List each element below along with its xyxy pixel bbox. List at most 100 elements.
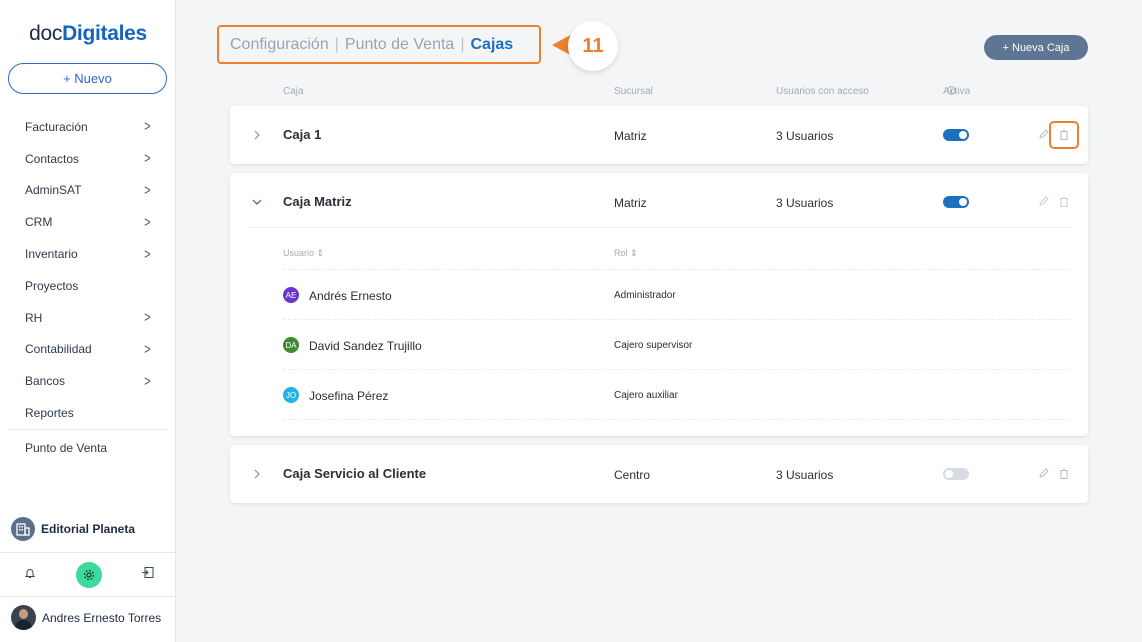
sidebar-item-label: Inventario: [25, 247, 78, 262]
sort-header-usuario[interactable]: Usuario ⇕: [283, 248, 324, 259]
organization-selector[interactable]: Editorial Planeta: [11, 517, 135, 541]
sidebar-item-reportes[interactable]: Reportes: [0, 397, 176, 429]
sidebar: docDigitales + Nuevo Facturación > Contac…: [0, 0, 176, 642]
pencil-icon[interactable]: [1036, 127, 1050, 141]
sort-header-rol[interactable]: Rol ⇕: [614, 248, 638, 259]
new-caja-button[interactable]: + Nueva Caja: [984, 35, 1088, 60]
sidebar-item-label: Facturación: [25, 119, 88, 134]
caja-card: Caja Servicio al Cliente Centro 3 Usuari…: [230, 445, 1088, 503]
sidebar-item-proyectos[interactable]: Proyectos: [0, 270, 176, 302]
list-item[interactable]: AE Andrés Ernesto Administrador: [283, 287, 1043, 307]
avatar: JO: [283, 387, 299, 403]
table-row[interactable]: Caja 1 Matriz 3 Usuarios: [230, 106, 1088, 164]
caja-card-expanded: Caja Matriz Matriz 3 Usuarios Usuario ⇕ …: [230, 173, 1088, 436]
caja-branch: Matriz: [614, 196, 647, 210]
sidebar-item-label: AdminSAT: [25, 183, 82, 198]
sidebar-item-label: Contactos: [25, 151, 80, 166]
active-toggle[interactable]: [943, 196, 969, 208]
chevron-right-icon: >: [144, 150, 151, 168]
breadcrumb-separator: |: [334, 35, 339, 53]
caja-name: Caja 1: [283, 127, 322, 142]
member-role: Administrador: [614, 290, 676, 301]
divider: [283, 369, 1070, 370]
divider: [283, 419, 1070, 420]
logo-text-digitales: Digitales: [62, 22, 147, 45]
caja-card: Caja 1 Matriz 3 Usuarios: [230, 106, 1088, 164]
breadcrumb-item-cajas: Cajas: [470, 35, 514, 53]
sidebar-item-contactos[interactable]: Contactos >: [0, 143, 176, 175]
chevron-right-icon: >: [144, 118, 151, 136]
table-header: Caja Sucursal Usuarios con acceso Activa: [230, 86, 1088, 100]
logout-icon[interactable]: [141, 566, 154, 584]
column-header-caja: Caja: [283, 86, 304, 97]
sidebar-item-contabilidad[interactable]: Contabilidad >: [0, 334, 176, 366]
sidebar-item-label: CRM: [25, 215, 53, 230]
divider: [250, 227, 1070, 228]
list-item[interactable]: JO Josefina Pérez Cajero auxiliar: [283, 387, 1043, 407]
divider: [283, 269, 1070, 270]
avatar: DA: [283, 337, 299, 353]
column-header-activa: Activa: [943, 86, 970, 97]
sidebar-item-label: Punto de Venta: [25, 440, 108, 455]
breadcrumb: Configuración | Punto de Venta | Cajas: [217, 25, 541, 64]
chevron-right-icon[interactable]: [248, 126, 266, 144]
avatar: AE: [283, 287, 299, 303]
caja-name: Caja Matriz: [283, 194, 352, 209]
app-logo[interactable]: docDigitales: [0, 22, 176, 46]
caja-users: 3 Usuarios: [776, 129, 834, 143]
sidebar-item-rh[interactable]: RH >: [0, 302, 176, 334]
breadcrumb-item-configuracion[interactable]: Configuración: [230, 36, 329, 54]
active-toggle[interactable]: [943, 129, 969, 141]
column-header-usuarios: Usuarios con acceso: [776, 86, 869, 97]
avatar: [11, 605, 36, 630]
new-button[interactable]: + Nuevo: [8, 63, 167, 94]
caja-branch: Centro: [614, 468, 651, 482]
sidebar-nav: Facturación > Contactos > AdminSAT > CRM > I…: [0, 111, 176, 466]
trash-icon[interactable]: [1057, 466, 1071, 480]
caja-users: 3 Usuarios: [776, 196, 834, 210]
sidebar-item-facturacion[interactable]: Facturación >: [0, 111, 176, 143]
building-icon: [11, 517, 35, 541]
sidebar-item-crm[interactable]: CRM >: [0, 206, 176, 238]
column-header-label: Activa: [943, 86, 971, 97]
user-name: Andres Ernesto Torres: [42, 610, 162, 625]
header-label: Rol: [614, 248, 628, 258]
chevron-right-icon: >: [144, 245, 151, 263]
sidebar-item-bancos[interactable]: Bancos >: [0, 365, 176, 397]
member-name: Josefina Pérez: [309, 389, 389, 403]
column-header-sucursal: Sucursal: [614, 86, 653, 97]
caja-branch: Matriz: [614, 129, 647, 143]
sidebar-icon-row: [0, 562, 176, 588]
sidebar-item-adminsat[interactable]: AdminSAT >: [0, 175, 176, 207]
chevron-down-icon[interactable]: [248, 193, 266, 211]
sort-icon: ⇕: [630, 248, 638, 258]
sidebar-item-punto-de-venta[interactable]: Punto de Venta: [0, 430, 176, 466]
breadcrumb-item-punto-de-venta[interactable]: Punto de Venta: [345, 36, 454, 54]
chevron-right-icon: >: [144, 181, 151, 199]
header-label: Usuario: [283, 248, 315, 258]
sidebar-item-label: RH: [25, 310, 43, 325]
member-role: Cajero supervisor: [614, 340, 693, 351]
chevron-right-icon: >: [144, 213, 151, 231]
list-item[interactable]: DA David Sandez Trujillo Cajero supervis…: [283, 337, 1043, 357]
divider: [283, 319, 1070, 320]
logo-text-doc: doc: [29, 22, 63, 45]
caja-name: Caja Servicio al Cliente: [283, 466, 427, 481]
active-toggle[interactable]: [943, 468, 969, 480]
user-profile[interactable]: Andres Ernesto Torres: [11, 605, 161, 630]
member-name: Andrés Ernesto: [309, 289, 392, 303]
chevron-right-icon[interactable]: [248, 465, 266, 483]
chevron-right-icon: >: [144, 372, 151, 390]
table-row[interactable]: Caja Matriz Matriz 3 Usuarios: [230, 173, 1088, 231]
pencil-icon[interactable]: [1036, 194, 1050, 208]
gear-icon[interactable]: [75, 562, 102, 588]
breadcrumb-separator: |: [460, 35, 465, 53]
pencil-icon[interactable]: [1036, 466, 1050, 480]
caja-users: 3 Usuarios: [776, 468, 834, 482]
bell-icon[interactable]: [24, 566, 36, 584]
sidebar-item-inventario[interactable]: Inventario >: [0, 238, 176, 270]
trash-icon[interactable]: [1057, 127, 1071, 141]
trash-icon[interactable]: [1057, 194, 1071, 208]
table-row[interactable]: Caja Servicio al Cliente Centro 3 Usuari…: [230, 445, 1088, 503]
member-role: Cajero auxiliar: [614, 390, 678, 401]
